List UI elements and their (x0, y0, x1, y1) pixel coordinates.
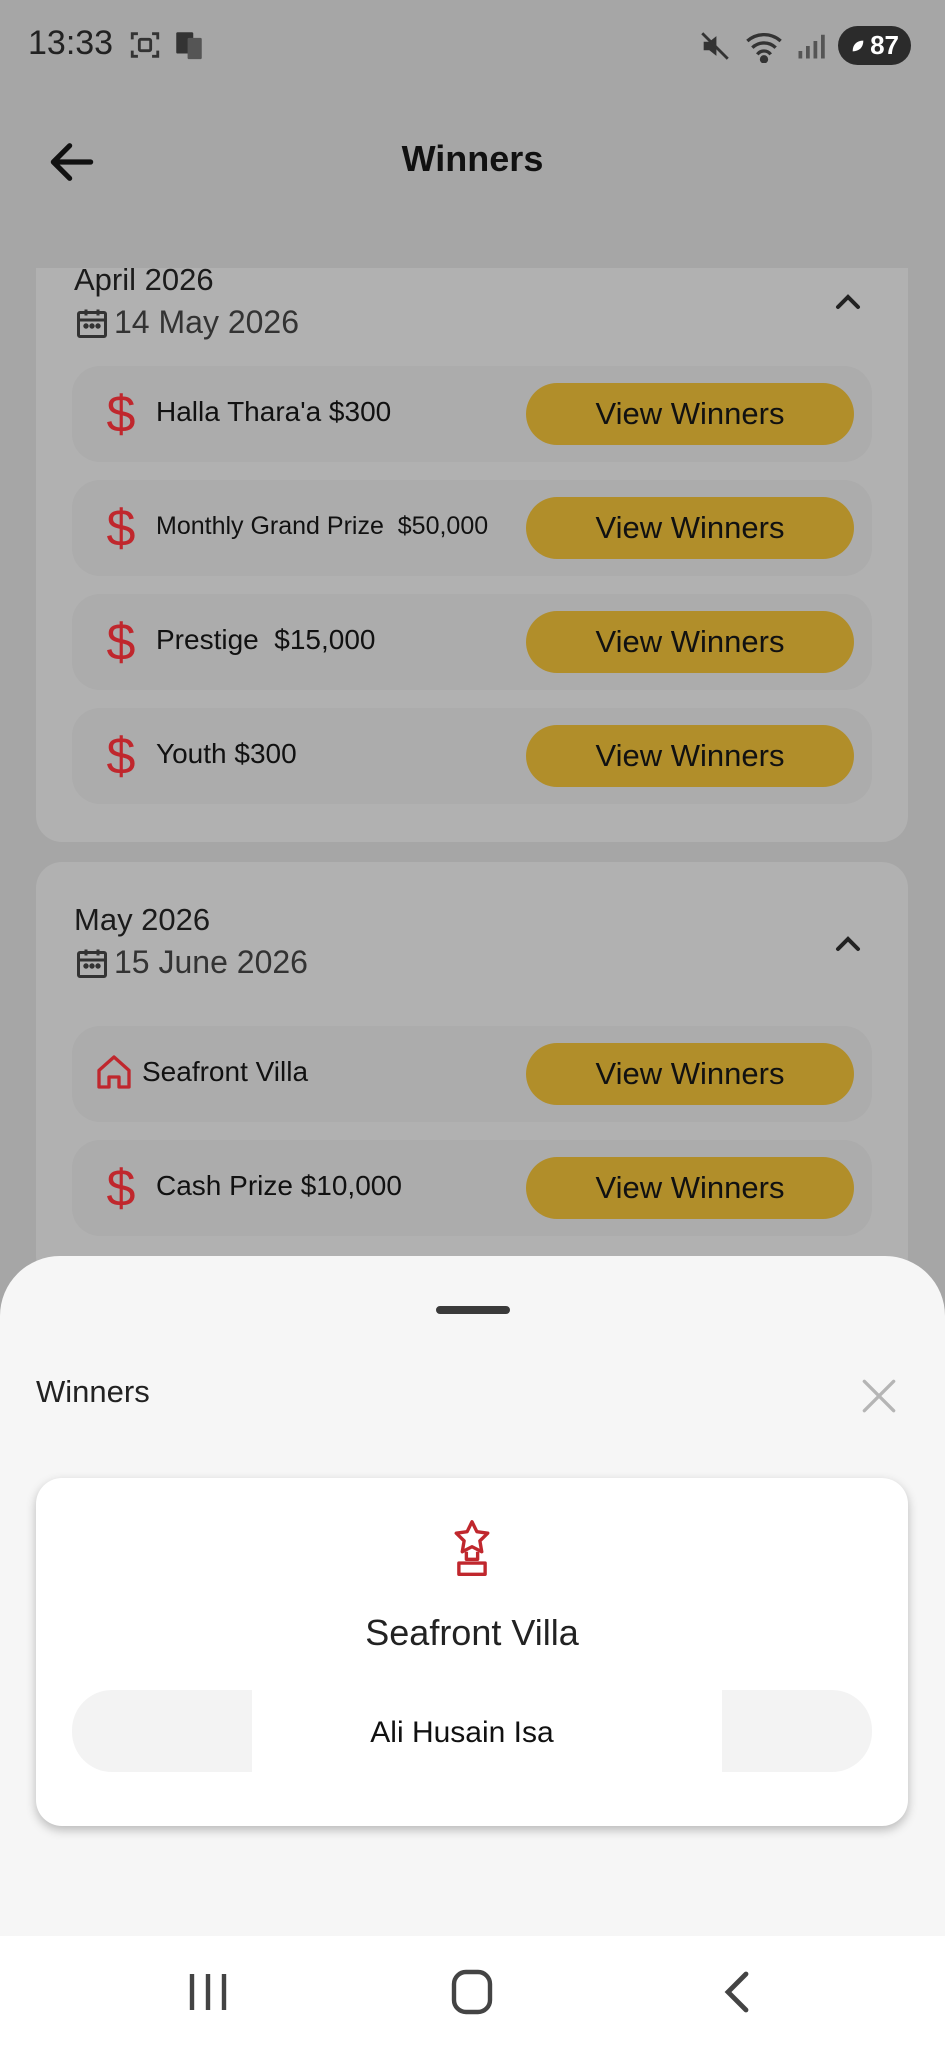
page-title: Winners (401, 138, 544, 179)
sheet-title: Winners (36, 1374, 150, 1409)
prize-row: $ Youth $300 View Winners (72, 708, 872, 804)
prize-row: $ Cash Prize $10,000 View Winners (72, 1140, 872, 1236)
draw-group-may: May 2026 15 June 2026 Seafront Villa Vie… (36, 862, 908, 1282)
prize-row: $ Halla Thara'a $300 View Winners (72, 366, 872, 462)
chevron-up-icon[interactable] (828, 924, 868, 964)
screenshot-icon (130, 32, 160, 58)
draw-date: 15 June 2026 (114, 944, 308, 980)
svg-text:$: $ (107, 730, 136, 782)
view-winners-button[interactable]: View Winners (526, 497, 854, 559)
winner-row: Ali Husain Isa (72, 1690, 872, 1772)
drag-handle[interactable] (436, 1306, 510, 1314)
prize-row: Seafront Villa View Winners (72, 1026, 872, 1122)
group-month: April 2026 (74, 262, 214, 297)
view-winners-button[interactable]: View Winners (526, 383, 854, 445)
dollar-icon: $ (107, 1162, 136, 1214)
view-winners-button[interactable]: View Winners (526, 1043, 854, 1105)
status-bar: 13:33 87 (0, 0, 945, 90)
mute-icon (701, 31, 729, 60)
view-winners-button[interactable]: View Winners (526, 1157, 854, 1219)
recent-apps-icon[interactable] (180, 1968, 236, 2016)
view-winners-button[interactable]: View Winners (526, 725, 854, 787)
view-winners-button[interactable]: View Winners (526, 611, 854, 673)
winners-bottom-sheet: Winners Seafront Villa Ali Husain Isa (0, 1256, 945, 1936)
prize-label: Cash Prize $10,000 (156, 1170, 402, 1201)
prize-label: Monthly Grand Prize $50,000 (156, 512, 489, 540)
winner-card: Seafront Villa Ali Husain Isa (36, 1478, 908, 1826)
house-icon (97, 1055, 131, 1089)
prize-label: Youth $300 (156, 738, 297, 769)
navigation-bar (0, 1936, 945, 2048)
wifi-icon (746, 32, 782, 63)
svg-text:$: $ (107, 1162, 136, 1214)
device-icon (176, 32, 202, 60)
calendar-icon (77, 309, 107, 338)
svg-text:$: $ (107, 388, 136, 440)
draw-date: 14 May 2026 (114, 304, 300, 340)
back-icon[interactable] (710, 1968, 766, 2016)
dollar-icon: $ (107, 730, 136, 782)
group-month: May 2026 (74, 902, 211, 937)
status-time: 13:33 (28, 24, 114, 62)
close-icon[interactable] (857, 1374, 901, 1418)
signal-icon (798, 34, 825, 58)
prize-label: Prestige $15,000 (156, 624, 376, 655)
app-header: Winners (0, 110, 945, 210)
dollar-icon: $ (107, 388, 136, 440)
prize-label: Seafront Villa (142, 1056, 309, 1087)
svg-text:$: $ (107, 616, 136, 668)
svg-text:$: $ (107, 502, 136, 554)
chevron-up-icon[interactable] (828, 282, 868, 322)
trophy-icon (454, 1520, 490, 1576)
prize-row: $ Monthly Grand Prize $50,000 View Winne… (72, 480, 872, 576)
prize-row: $ Prestige $15,000 View Winners (72, 594, 872, 690)
battery-indicator: 87 (838, 26, 911, 65)
prize-name: Seafront Villa (365, 1612, 579, 1653)
calendar-icon (77, 949, 107, 978)
home-icon[interactable] (444, 1968, 500, 2016)
leaf-icon (852, 40, 864, 51)
dollar-icon: $ (107, 502, 136, 554)
prize-label: Halla Thara'a $300 (156, 396, 392, 427)
winner-name: Ali Husain Isa (370, 1716, 554, 1749)
battery-level: 87 (870, 30, 899, 60)
draw-group-april: April 2026 14 May 2026 $ Halla Thara'a $… (36, 262, 908, 842)
dollar-icon: $ (107, 616, 136, 668)
